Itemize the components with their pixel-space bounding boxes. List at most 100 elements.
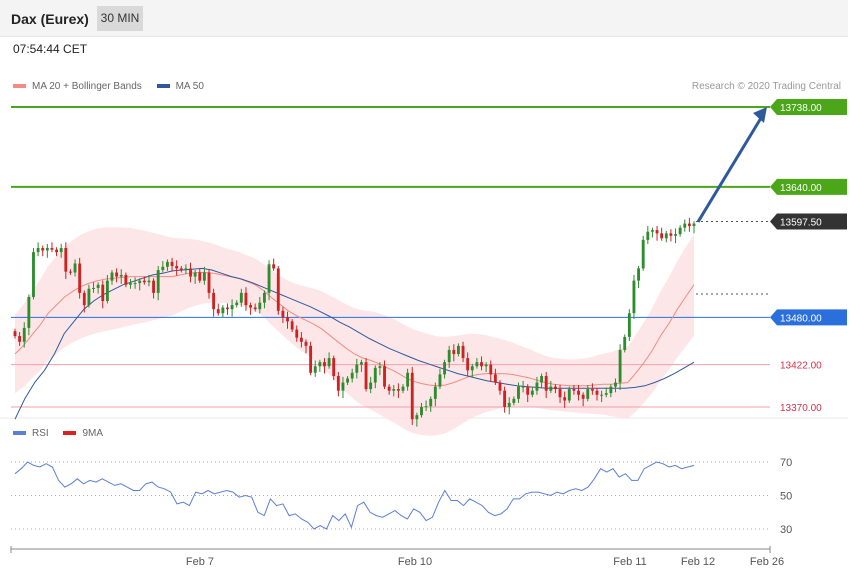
candle xyxy=(184,268,188,271)
candle xyxy=(27,296,31,328)
candle xyxy=(443,362,447,375)
candle xyxy=(618,349,622,383)
candle xyxy=(101,284,105,302)
candle xyxy=(55,249,59,253)
x-tick-label: Feb 7 xyxy=(186,556,214,568)
candle xyxy=(424,406,428,408)
candle xyxy=(590,389,594,391)
level-label: 13597.50 xyxy=(780,218,822,229)
candle xyxy=(678,227,682,235)
candle xyxy=(664,233,668,239)
candle xyxy=(558,389,562,398)
rsi-line xyxy=(14,461,695,530)
candle xyxy=(369,382,373,390)
candle xyxy=(22,327,26,342)
candle xyxy=(189,268,192,277)
x-tick-label: Feb 11 xyxy=(613,556,646,568)
candle xyxy=(230,305,234,310)
candle xyxy=(249,305,253,308)
candle xyxy=(295,329,299,338)
candle xyxy=(221,307,225,314)
candle xyxy=(50,248,54,250)
candle xyxy=(142,280,146,283)
candle xyxy=(489,364,493,375)
candle xyxy=(96,284,100,288)
candle xyxy=(216,309,220,314)
candle xyxy=(309,345,313,373)
candle xyxy=(45,248,49,251)
candle xyxy=(18,336,22,342)
candle xyxy=(406,372,410,387)
candle xyxy=(179,268,183,271)
candle xyxy=(456,345,460,355)
candle xyxy=(68,271,72,273)
candle xyxy=(276,268,280,311)
candle xyxy=(433,386,437,399)
candle xyxy=(493,374,497,383)
candle xyxy=(147,280,151,283)
bollinger-band xyxy=(15,227,694,436)
candle xyxy=(452,349,456,355)
candle xyxy=(517,386,520,399)
candle xyxy=(544,376,548,391)
candle xyxy=(212,292,216,310)
candle xyxy=(138,280,142,284)
candle xyxy=(604,393,608,395)
candle xyxy=(655,230,659,234)
candle xyxy=(470,366,474,371)
candle xyxy=(124,274,128,285)
candle xyxy=(235,302,239,306)
candle xyxy=(410,372,414,420)
candle xyxy=(447,349,451,363)
candle xyxy=(36,248,40,253)
candle xyxy=(692,223,696,227)
candle xyxy=(73,263,77,273)
candle xyxy=(175,265,179,269)
candle xyxy=(32,252,35,297)
candle xyxy=(152,280,156,293)
price-chart[interactable]: 13738.00 13640.00 13597.50 13480.00 13422.00… xyxy=(0,0,850,576)
candle xyxy=(207,272,211,293)
candle xyxy=(336,376,340,391)
candle xyxy=(346,378,350,383)
rsi-tick-label: 50 xyxy=(780,491,792,503)
x-tick-label: Feb 12 xyxy=(681,556,715,568)
candle xyxy=(258,302,262,310)
candle xyxy=(549,386,553,391)
candle xyxy=(327,358,331,367)
candle xyxy=(637,268,641,281)
candle xyxy=(475,362,479,367)
candle xyxy=(355,364,359,373)
candle xyxy=(627,313,631,337)
candle xyxy=(650,230,654,232)
candle xyxy=(669,233,673,236)
candle xyxy=(535,382,539,391)
candle xyxy=(609,386,613,394)
candle xyxy=(323,362,326,367)
candle xyxy=(581,394,585,399)
candle xyxy=(632,280,636,314)
candle xyxy=(396,389,400,391)
candle xyxy=(392,389,396,391)
candle xyxy=(503,390,507,407)
candle xyxy=(526,386,530,395)
candle xyxy=(498,382,502,391)
candle xyxy=(563,397,567,401)
candle xyxy=(170,261,174,266)
candle xyxy=(623,336,627,350)
candle xyxy=(226,307,229,310)
candle xyxy=(272,264,276,269)
x-tick-label: Feb 10 xyxy=(398,556,432,568)
candle xyxy=(577,390,580,395)
candle xyxy=(641,239,645,269)
candle xyxy=(129,283,132,285)
candle xyxy=(262,292,266,303)
candle xyxy=(378,366,382,368)
candle xyxy=(595,390,599,395)
candle xyxy=(239,292,243,303)
rsi-tick-label: 70 xyxy=(780,457,792,469)
candle xyxy=(507,402,511,407)
candle xyxy=(420,407,423,416)
level-label: 13738.00 xyxy=(780,103,822,114)
candle xyxy=(198,272,202,281)
